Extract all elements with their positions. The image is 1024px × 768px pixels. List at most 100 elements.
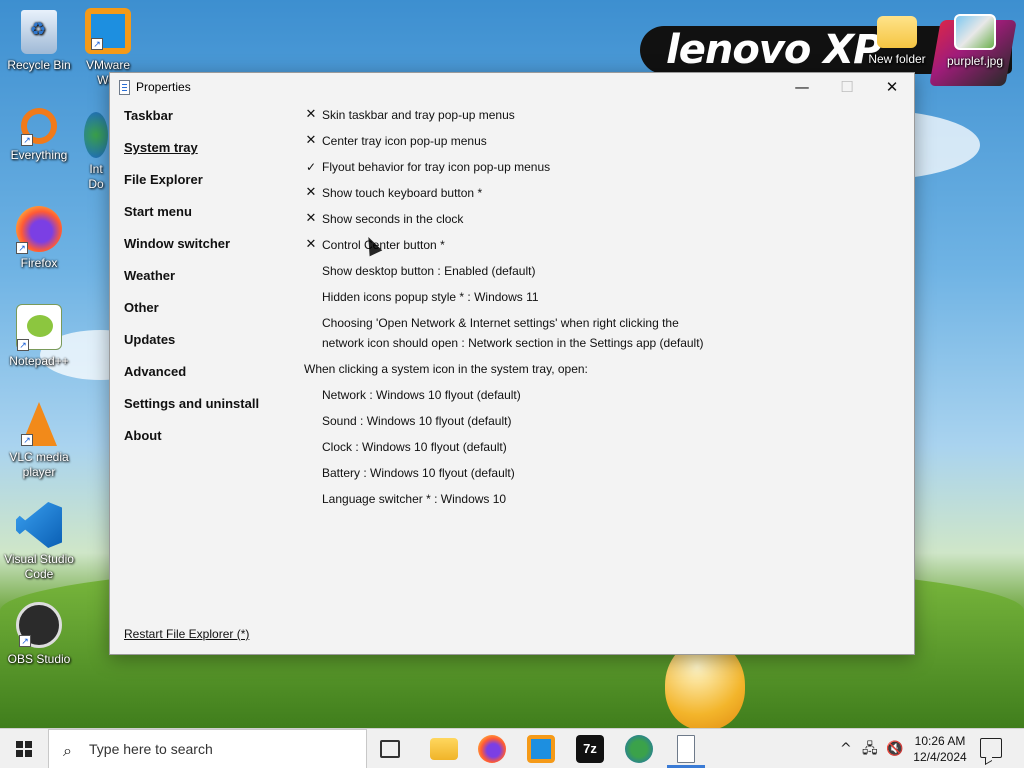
tray-option-sound[interactable]: Sound : Windows 10 flyout (default)	[304, 409, 904, 435]
cross-icon: ✕	[305, 107, 317, 122]
setting-show-desktop-button[interactable]: Show desktop button : Enabled (default)	[304, 259, 904, 285]
setting-label: Show desktop button : Enabled (default)	[322, 264, 536, 278]
clock-date: 12/4/2024	[913, 750, 967, 764]
nav-item-weather[interactable]: Weather	[124, 267, 294, 299]
file-explorer-icon[interactable]	[430, 738, 458, 760]
nav-item-about[interactable]: About	[124, 427, 294, 459]
cross-icon: ✕	[305, 211, 317, 226]
desktop-icon-label: New folder	[868, 52, 926, 66]
desktop-icon-label: Firefox	[20, 256, 58, 270]
shortcut-arrow-icon: ↗	[19, 635, 31, 647]
shortcut-arrow-icon: ↗	[21, 134, 33, 146]
restart-file-explorer-link[interactable]: Restart File Explorer (*)	[124, 627, 249, 641]
tray-option-clock[interactable]: Clock : Windows 10 flyout (default)	[304, 435, 904, 461]
title-bar[interactable]: Properties — ☐ ✕	[110, 73, 914, 101]
desktop-icon-vlc[interactable]: ↗ VLC media player	[4, 402, 74, 480]
desktop-icon-idm[interactable]: Int Do	[84, 112, 108, 192]
close-button[interactable]: ✕	[869, 73, 915, 101]
notifications-icon[interactable]	[980, 738, 1002, 758]
7zip-icon[interactable]: 7z	[576, 735, 604, 763]
setting-show-seconds[interactable]: ✕ Show seconds in the clock	[304, 207, 904, 233]
taskbar: ⌕ Type here to search 7z ^ 🖧 🔇 10:26 AM …	[0, 728, 1024, 768]
visual-studio-code-icon	[16, 502, 62, 548]
setting-label: Control Center button *	[322, 238, 445, 252]
shortcut-arrow-icon: ↗	[91, 38, 103, 50]
nav-item-window-switcher[interactable]: Window switcher	[124, 235, 294, 267]
setting-label-line-2: network icon should open : Network secti…	[322, 336, 704, 350]
setting-label: Show seconds in the clock	[322, 212, 464, 226]
setting-touch-keyboard-button[interactable]: ✕ Show touch keyboard button *	[304, 181, 904, 207]
search-icon: ⌕	[63, 741, 72, 760]
setting-skin-taskbar-menus[interactable]: ✕ Skin taskbar and tray pop-up menus	[304, 103, 904, 129]
desktop-icon-label: Notepad++	[9, 354, 69, 368]
properties-app-icon[interactable]	[677, 735, 695, 763]
desktop-icon-label: Recycle Bin	[7, 58, 71, 72]
shortcut-arrow-icon: ↗	[17, 339, 29, 351]
setting-label: Skin taskbar and tray pop-up menus	[322, 108, 515, 122]
properties-window: Properties — ☐ ✕ Taskbar System tray Fil…	[109, 72, 915, 655]
nav-item-advanced[interactable]: Advanced	[124, 363, 294, 395]
tray-option-language-switcher[interactable]: Language switcher * : Windows 10	[304, 487, 904, 513]
nav-item-taskbar[interactable]: Taskbar	[124, 107, 294, 139]
nav-item-updates[interactable]: Updates	[124, 331, 294, 363]
desktop-icon-purplef[interactable]: purplef.jpg	[940, 10, 1010, 69]
setting-control-center-button[interactable]: ✕ Control Center button *	[304, 233, 904, 259]
network-icon[interactable]: 🖧	[862, 729, 878, 768]
windows-logo-icon	[16, 741, 32, 757]
desktop-icon-label: Everything	[10, 148, 68, 162]
folder-icon	[877, 16, 917, 48]
setting-label-line-1: Choosing 'Open Network & Internet settin…	[322, 316, 679, 330]
recycle-bin-icon: ♻	[21, 10, 57, 54]
internet-download-manager-icon[interactable]	[625, 735, 653, 763]
desktop-icon-recycle-bin[interactable]: ♻ Recycle Bin	[4, 10, 74, 73]
shortcut-arrow-icon: ↗	[16, 242, 28, 254]
nav-item-file-explorer[interactable]: File Explorer	[124, 171, 294, 203]
desktop-icon-everything[interactable]: ↗ Everything	[4, 108, 74, 163]
image-file-icon	[954, 14, 996, 50]
setting-label: Flyout behavior for tray icon pop-up men…	[322, 160, 551, 174]
clock-time: 10:26 AM	[914, 734, 966, 748]
maximize-button[interactable]: ☐	[824, 73, 870, 101]
start-button[interactable]	[0, 729, 48, 768]
setting-center-tray-menus[interactable]: ✕ Center tray icon pop-up menus	[304, 129, 904, 155]
desktop-icon-vscode[interactable]: Visual Studio Code	[4, 502, 74, 582]
volume-muted-icon[interactable]: 🔇	[886, 729, 903, 768]
show-hidden-icons-chevron[interactable]: ^	[840, 729, 852, 768]
nav-item-system-tray[interactable]: System tray	[124, 139, 294, 171]
nav-item-settings-and-uninstall[interactable]: Settings and uninstall	[124, 395, 294, 427]
desktop-icon-new-folder[interactable]: New folder	[862, 10, 932, 67]
notepad-plus-plus-icon: ↗	[16, 304, 62, 351]
checkmark-icon: ✓	[305, 160, 317, 174]
nav-item-other[interactable]: Other	[124, 299, 294, 331]
setting-flyout-behavior[interactable]: ✓ Flyout behavior for tray icon pop-up m…	[304, 155, 904, 181]
desktop-icon-label: VLC media player	[9, 450, 69, 479]
tray-option-network[interactable]: Network : Windows 10 flyout (default)	[304, 383, 904, 409]
desktop-icon-label: Visual Studio Code	[4, 552, 74, 581]
cross-icon: ✕	[305, 133, 317, 148]
section-heading: When clicking a system icon in the syste…	[304, 362, 588, 376]
everything-search-icon: ↗	[21, 108, 57, 146]
nav-item-start-menu[interactable]: Start menu	[124, 203, 294, 235]
task-view-icon[interactable]	[380, 740, 400, 758]
desktop-icon-obs[interactable]: ↗ OBS Studio	[4, 602, 74, 667]
search-placeholder: Type here to search	[89, 741, 213, 757]
vmware-icon[interactable]	[527, 735, 555, 763]
desktop-icon-label: OBS Studio	[7, 652, 71, 666]
tray-option-battery[interactable]: Battery : Windows 10 flyout (default)	[304, 461, 904, 487]
desktop-icon-label: Int Do	[88, 162, 104, 191]
desktop-icon-notepadpp[interactable]: ↗ Notepad++	[4, 304, 74, 369]
taskbar-clock[interactable]: 10:26 AM 12/4/2024	[908, 733, 972, 765]
settings-nav: Taskbar System tray File Explorer Start …	[124, 107, 294, 459]
firefox-icon[interactable]	[478, 735, 506, 763]
window-title: Properties	[136, 80, 191, 94]
setting-hidden-icons-popup-style[interactable]: Hidden icons popup style * : Windows 11	[304, 285, 904, 311]
shortcut-arrow-icon: ↗	[21, 434, 33, 446]
minimize-button[interactable]: —	[779, 73, 825, 101]
taskbar-search-box[interactable]: ⌕ Type here to search	[48, 729, 367, 768]
desktop-icon-label: purplef.jpg	[946, 54, 1004, 68]
obs-studio-icon: ↗	[16, 602, 62, 648]
setting-label: Center tray icon pop-up menus	[322, 134, 487, 148]
desktop-icon-firefox[interactable]: ↗ Firefox	[4, 206, 74, 271]
setting-label: Hidden icons popup style * : Windows 11	[322, 290, 539, 304]
setting-network-settings-target[interactable]: Choosing 'Open Network & Internet settin…	[304, 311, 904, 357]
